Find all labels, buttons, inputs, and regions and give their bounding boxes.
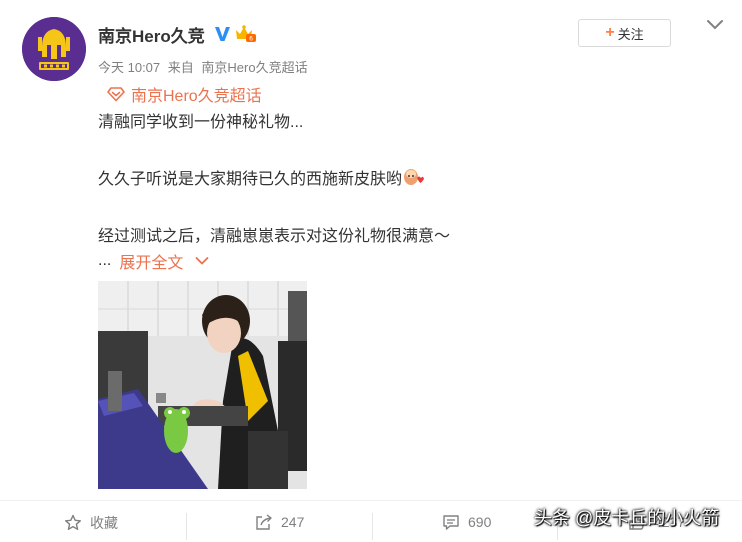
repost-button[interactable]: 247: [255, 513, 304, 531]
comment-button[interactable]: 690: [442, 513, 491, 531]
expand-full-text[interactable]: ... 展开全文: [98, 249, 209, 273]
svg-text:6: 6: [249, 36, 253, 43]
avatar[interactable]: [22, 17, 86, 81]
post-meta: 今天 10:07 来自 南京Hero久竞超话: [98, 57, 312, 76]
vip-crown-icon[interactable]: 6: [234, 25, 256, 42]
chevron-down-icon[interactable]: [706, 18, 724, 32]
username[interactable]: 南京Hero久竞: [98, 22, 205, 47]
post-time[interactable]: 今天 10:07: [98, 60, 160, 75]
action-separator: [186, 513, 187, 540]
share-icon: [256, 514, 272, 530]
comment-count: 690: [468, 514, 492, 530]
supertopic-link[interactable]: 南京Hero久竞超话: [107, 82, 262, 106]
favorite-label: 收藏: [90, 515, 118, 531]
post-text-paragraph: 久久子听说是大家期待已久的西施新皮肤哟: [98, 165, 425, 189]
expand-full-text-link[interactable]: 展开全文: [119, 249, 183, 273]
source-watermark: 头条 @皮卡丘的小火箭: [534, 508, 720, 528]
paragraph-text: 久久子听说是大家期待已久的西施新皮肤哟: [98, 171, 403, 188]
ellipsis: ...: [98, 252, 112, 269]
chevron-down-icon[interactable]: [195, 256, 209, 266]
diamond-supertopic-icon: [107, 87, 125, 102]
post-source[interactable]: 南京Hero久竞超话: [201, 60, 307, 75]
hero-helmet-logo-icon: [22, 17, 86, 81]
post-image[interactable]: [98, 281, 307, 489]
follow-button[interactable]: + 关注: [578, 19, 671, 47]
heart-emoji-icon: [404, 169, 425, 185]
repost-count: 247: [281, 514, 305, 530]
supertopic-label: 南京Hero久竞超话: [131, 88, 262, 105]
follow-label: 关注: [617, 26, 644, 42]
plus-icon: +: [605, 24, 615, 41]
comment-icon: [443, 515, 459, 530]
post-text-paragraph: 经过测试之后，清融崽崽表示对这份礼物很满意～: [98, 228, 451, 245]
verified-icon: [215, 27, 230, 41]
via-prefix: 来自: [167, 60, 194, 75]
action-separator: [372, 513, 373, 540]
post-text-paragraph: 清融同学收到一份神秘礼物...: [98, 114, 304, 131]
favorite-button[interactable]: 收藏: [64, 513, 118, 533]
post-photo-illustration: [98, 281, 307, 489]
star-icon: [65, 514, 81, 530]
